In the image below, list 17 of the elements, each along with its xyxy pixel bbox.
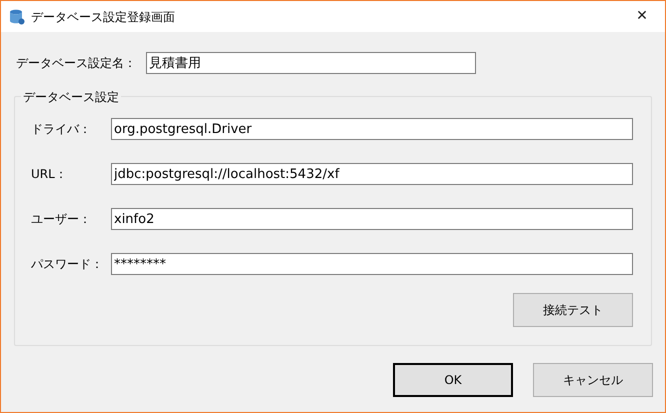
close-button[interactable]: ✕ bbox=[619, 1, 665, 32]
field-label: データベース設定名： bbox=[16, 55, 137, 72]
dialog-button[interactable]: キャンセル bbox=[533, 363, 653, 397]
window-title: データベース設定登録画面 bbox=[31, 8, 175, 26]
field-label: URL： bbox=[31, 166, 68, 183]
field-label: ユーザー： bbox=[31, 211, 92, 228]
input-field[interactable]: org.postgresql.Driver bbox=[111, 118, 633, 140]
database-icon bbox=[9, 8, 25, 24]
group-title: データベース設定 bbox=[21, 88, 121, 106]
field-label: パスワード： bbox=[31, 256, 104, 273]
connection-test-button[interactable]: 接続テスト bbox=[513, 293, 633, 327]
input-field[interactable]: xinfo2 bbox=[111, 208, 633, 230]
dialog-button[interactable]: OK bbox=[393, 363, 513, 397]
input-field[interactable]: jdbc:postgresql://localhost:5432/xf bbox=[111, 163, 633, 185]
input-field[interactable]: ******** bbox=[111, 253, 633, 275]
input-field[interactable]: 見積書用 bbox=[146, 52, 476, 74]
field-label: ドライバ： bbox=[31, 121, 92, 138]
